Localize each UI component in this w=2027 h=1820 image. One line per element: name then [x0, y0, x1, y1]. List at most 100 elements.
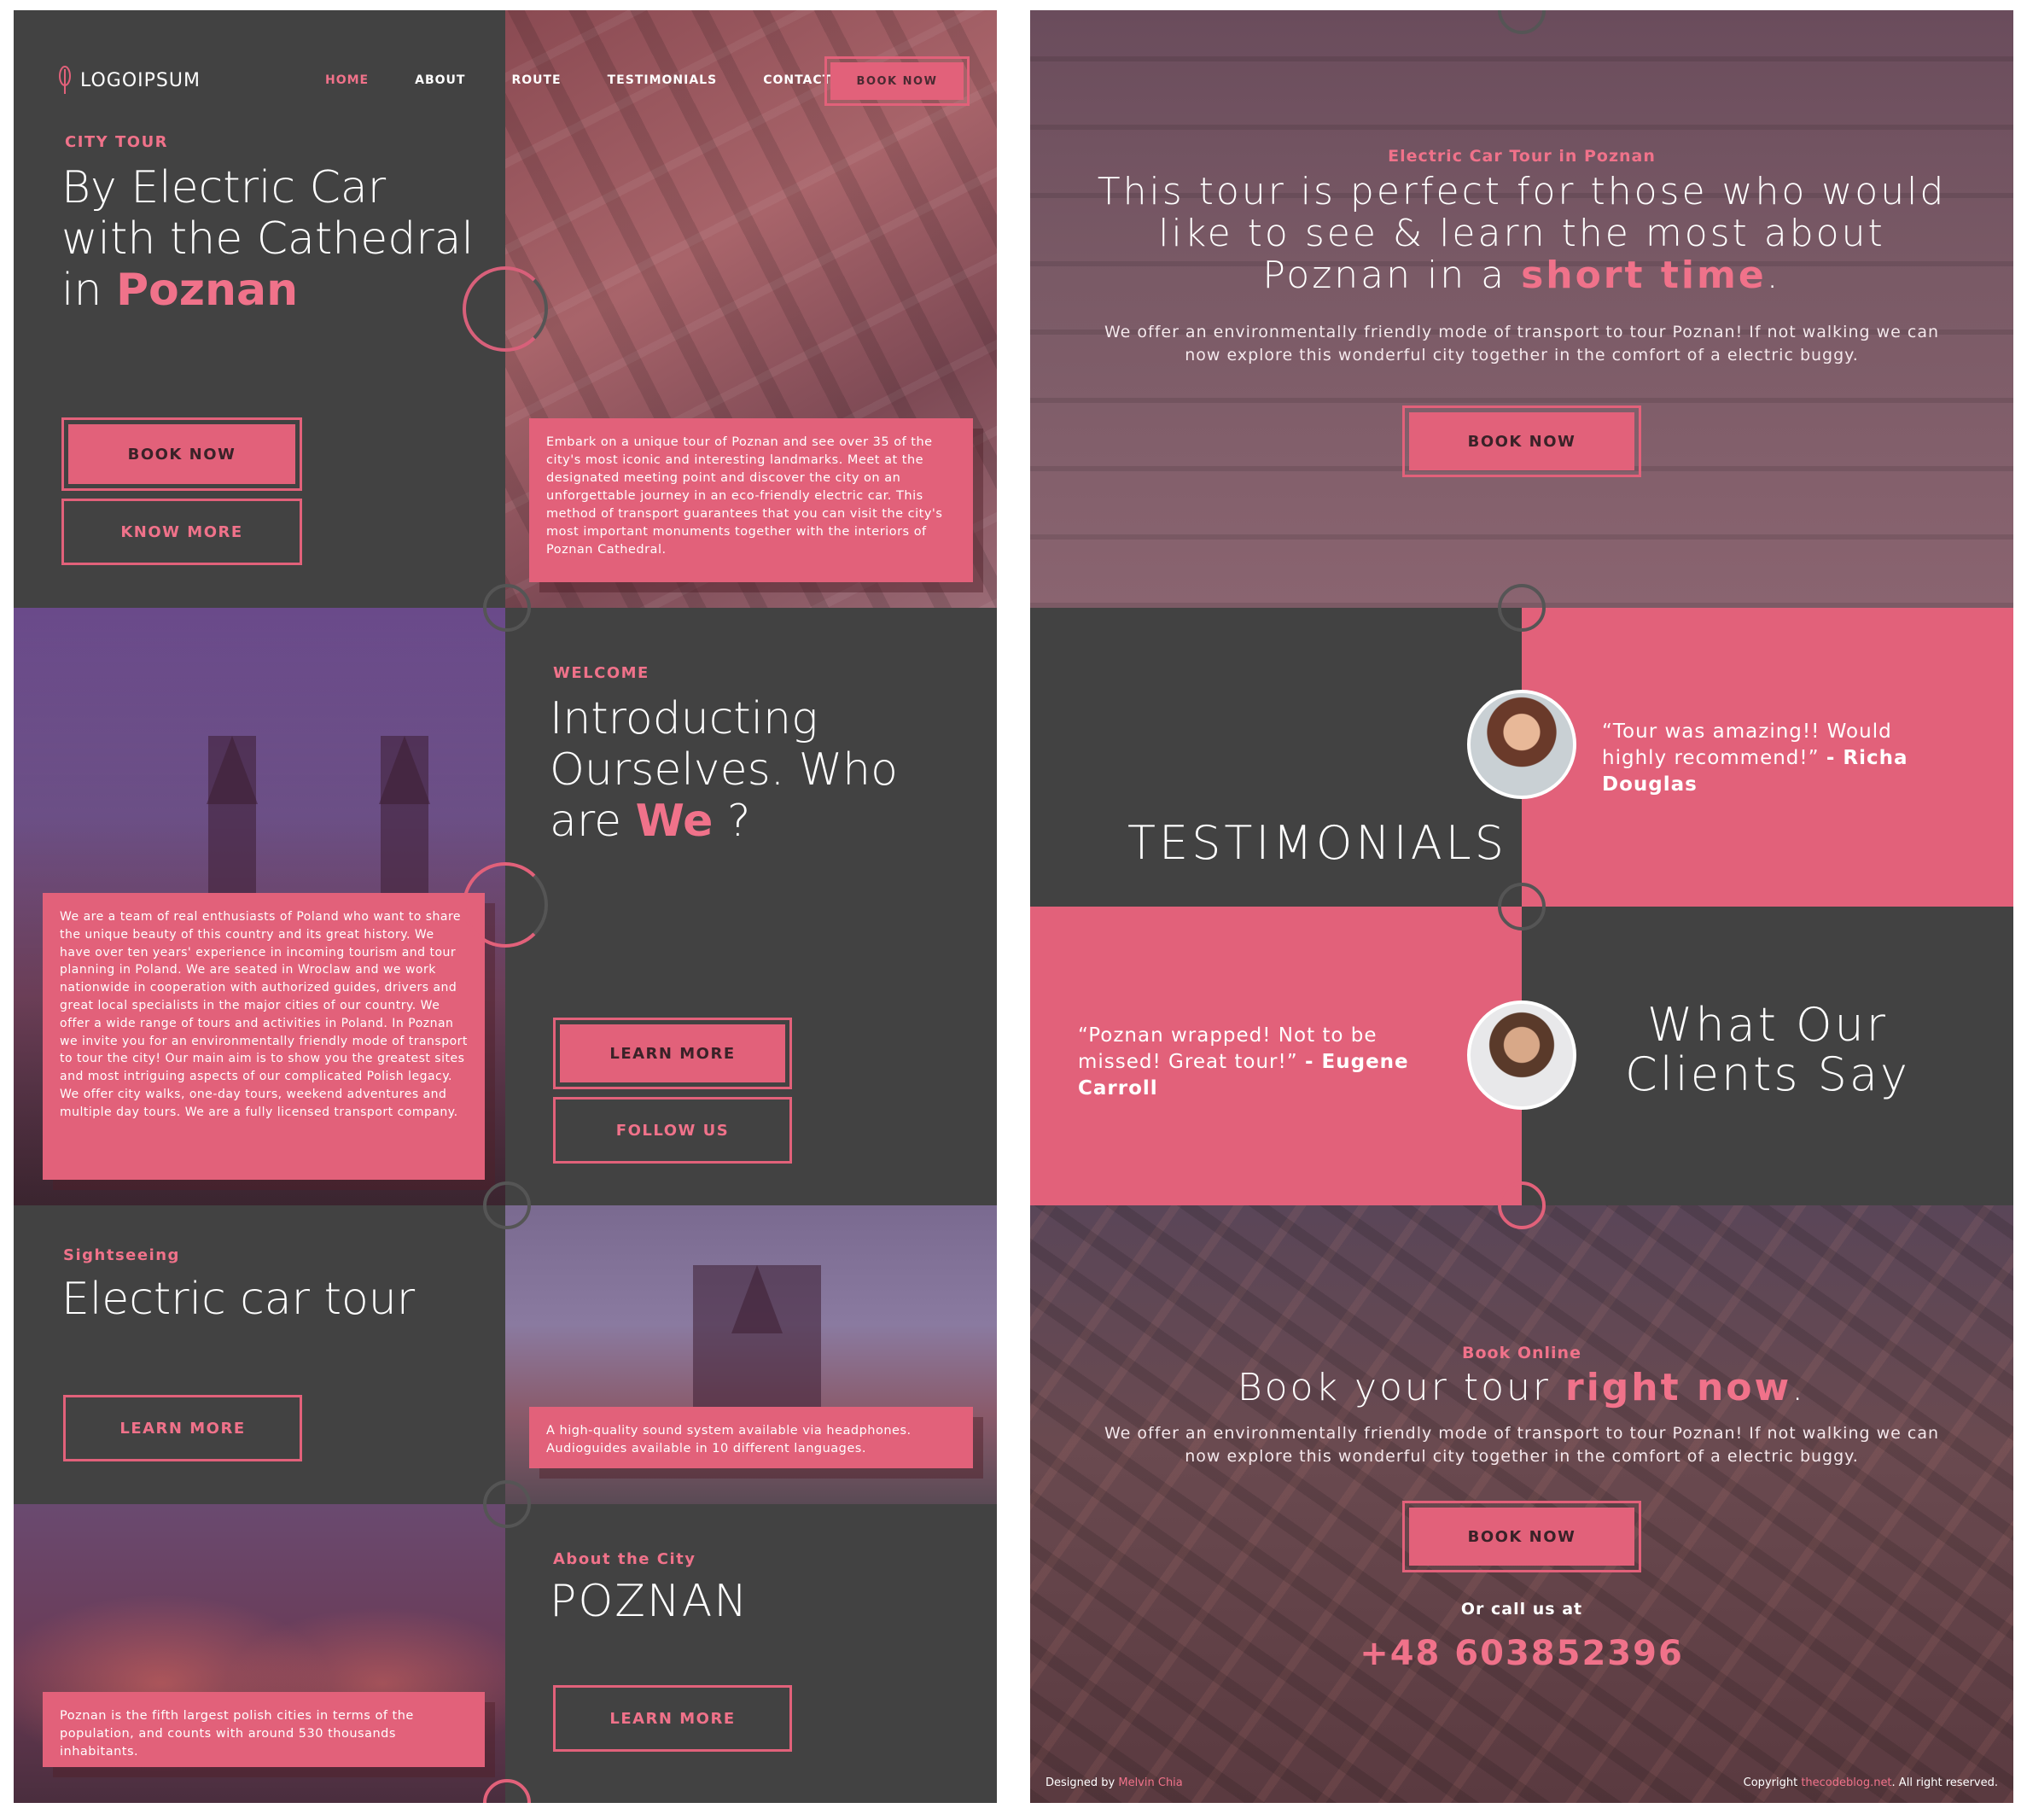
welcome-title-line: Introducting — [550, 693, 818, 744]
tour-intro-title-accent: short time — [1521, 254, 1767, 297]
footer-rights: . All right reserved. — [1891, 1776, 1998, 1789]
tour-intro-title-line: This tour is perfect for those who would — [1097, 170, 1947, 213]
sightseeing-kicker: Sightseeing — [63, 1246, 180, 1264]
right-page-column: Electric Car Tour in Poznan This tour is… — [1030, 10, 2013, 1803]
decorative-ring — [1498, 883, 1546, 930]
welcome-title-prefix: are — [550, 796, 636, 847]
tour-intro-paragraph: We offer an environmentally friendly mod… — [1030, 321, 2013, 367]
booking-paragraph: We offer an environmentally friendly mod… — [1030, 1422, 2013, 1468]
welcome-kicker: WELCOME — [553, 664, 649, 682]
logo[interactable]: LOGOIPSUM — [58, 66, 201, 95]
testimonials-heading-panel: TESTIMONIALS — [1030, 608, 1522, 907]
welcome-title-accent: We — [635, 796, 714, 847]
decorative-ring — [1498, 1181, 1546, 1229]
tour-intro-title-prefix: Poznan in a — [1262, 254, 1522, 297]
footer-designed-prefix: Designed by — [1046, 1776, 1119, 1789]
hero-title-line: By Electric Car — [61, 162, 387, 213]
sightseeing-title: Electric car tour — [61, 1274, 416, 1325]
testimonial-1-panel: “Tour was amazing!! Would highly recomme… — [1522, 608, 2013, 907]
phone-number-link[interactable]: +48 603852396 — [1030, 1634, 2013, 1673]
booking-paragraph-line: We offer an environmentally friendly mod… — [1104, 1424, 1939, 1443]
booking-title: Book your tour right now. — [1030, 1366, 2013, 1409]
town-hall-facade-photo — [1030, 10, 2013, 608]
hero-title-line: in Poznan — [61, 265, 474, 316]
tour-intro-title: This tour is perfect for those who would… — [1030, 171, 2013, 296]
sightseeing-description-card: A high-quality sound system available vi… — [529, 1407, 973, 1468]
site-link[interactable]: thecodeblog.net — [1801, 1776, 1891, 1789]
tour-intro-paragraph-line: now explore this wonderful city together… — [1185, 346, 1859, 365]
welcome-panel: WELCOME Introducting Ourselves. Who are … — [505, 608, 997, 1205]
call-us-label: Or call us at — [1460, 1600, 1583, 1619]
hero-kicker: CITY TOUR — [65, 133, 169, 151]
clients-say-line: What Our — [1647, 998, 1888, 1052]
tour-intro-book-button[interactable]: BOOK NOW — [1402, 405, 1641, 477]
hero-title: By Electric Car with the Cathedral in Po… — [61, 162, 474, 316]
about-city-panel: About the City POZNAN LEARN MORE — [505, 1504, 997, 1803]
testimonial-1-quote: “Tour was amazing!! Would highly recomme… — [1602, 719, 1960, 798]
booking-panel: Book Online Book your tour right now. We… — [1030, 1205, 2013, 1803]
reviewer-avatar-eugene — [1467, 1000, 1576, 1110]
booking-title-suffix: . — [1791, 1366, 1807, 1409]
nav-book-button[interactable]: BOOK NOW — [824, 56, 970, 106]
left-page-column: CITY TOUR By Electric Car with the Cathe… — [14, 10, 997, 1803]
nav-links: HOME ABOUT ROUTE TESTIMONIALS CONTACT — [325, 55, 877, 106]
designer-link[interactable]: Melvin Chia — [1118, 1776, 1182, 1789]
top-navigation: LOGOIPSUM HOME ABOUT ROUTE TESTIMONIALS … — [58, 55, 970, 106]
sightseeing-learn-more-button[interactable]: LEARN MORE — [63, 1395, 302, 1461]
nav-home[interactable]: HOME — [325, 73, 369, 87]
nav-book-label: BOOK NOW — [830, 62, 964, 100]
welcome-title-line: are We ? — [550, 796, 898, 847]
hero-book-label: BOOK NOW — [68, 424, 295, 484]
tour-intro-kicker: Electric Car Tour in Poznan — [1388, 147, 1656, 166]
about-city-description-card: Poznan is the fifth largest polish citie… — [43, 1692, 485, 1767]
tour-intro-title-suffix: . — [1766, 254, 1781, 297]
reviewer-avatar-richa — [1467, 690, 1576, 799]
nav-testimonials[interactable]: TESTIMONIALS — [608, 73, 718, 87]
decorative-ring — [483, 584, 531, 632]
tour-intro-title-line: like to see & learn the most about — [1158, 212, 1885, 255]
hero-title-line: with the Cathedral — [61, 213, 474, 265]
nav-about[interactable]: ABOUT — [415, 73, 465, 87]
booking-kicker: Book Online — [1462, 1344, 1581, 1362]
booking-paragraph-line: now explore this wonderful city together… — [1185, 1447, 1859, 1466]
footer-copyright-prefix: Copyright — [1743, 1776, 1802, 1789]
decorative-ring — [1498, 584, 1546, 632]
welcome-title: Introducting Ourselves. Who are We ? — [550, 693, 898, 847]
about-city-title: POZNAN — [550, 1576, 749, 1627]
sightseeing-panel: Sightseeing Electric car tour LEARN MORE — [14, 1205, 505, 1504]
testimonials-heading: TESTIMONIALS — [1127, 816, 1508, 870]
footer-copyright: Copyright thecodeblog.net. All right res… — [1744, 1776, 1998, 1789]
nav-route[interactable]: ROUTE — [511, 73, 561, 87]
testimonial-2-quote: “Poznan wrapped! Not to be missed! Great… — [1078, 1023, 1453, 1102]
booking-title-accent: right now — [1565, 1366, 1792, 1409]
about-city-learn-more-button[interactable]: LEARN MORE — [553, 1685, 792, 1752]
tour-intro-panel: Electric Car Tour in Poznan This tour is… — [1030, 10, 2013, 608]
about-city-kicker: About the City — [553, 1550, 696, 1568]
hero-title-prefix: in — [61, 265, 116, 316]
clients-say-line: Clients Say — [1625, 1047, 1910, 1101]
hero-title-accent: Poznan — [115, 265, 299, 316]
tour-intro-title-line: Poznan in a short time. — [1030, 254, 2013, 296]
decorative-ring — [483, 1181, 531, 1229]
tour-intro-book-label: BOOK NOW — [1409, 412, 1634, 470]
hero-know-more-button[interactable]: KNOW MORE — [61, 499, 302, 565]
welcome-title-line: Ourselves. Who — [550, 744, 898, 796]
welcome-learn-label: LEARN MORE — [560, 1024, 785, 1082]
welcome-follow-us-button[interactable]: FOLLOW US — [553, 1097, 792, 1164]
decorative-ring — [463, 862, 548, 948]
booking-book-label: BOOK NOW — [1409, 1508, 1634, 1566]
leaf-logo-icon — [59, 66, 71, 94]
nav-contact[interactable]: CONTACT — [763, 73, 831, 87]
logo-text: LOGOIPSUM — [80, 69, 201, 91]
booking-book-button[interactable]: BOOK NOW — [1402, 1501, 1641, 1572]
clients-say-heading: What Our Clients Say — [1522, 1000, 2013, 1100]
welcome-title-suffix: ? — [713, 796, 751, 847]
booking-title-prefix: Book your tour — [1237, 1366, 1566, 1409]
welcome-description-card: We are a team of real enthusiasts of Pol… — [43, 893, 485, 1180]
decorative-ring — [463, 266, 548, 352]
testimonial-2-panel: “Poznan wrapped! Not to be missed! Great… — [1030, 907, 1522, 1205]
hero-book-button[interactable]: BOOK NOW — [61, 417, 302, 491]
welcome-learn-more-button[interactable]: LEARN MORE — [553, 1018, 792, 1089]
tour-intro-paragraph-line: We offer an environmentally friendly mod… — [1104, 323, 1939, 341]
decorative-ring — [483, 1480, 531, 1528]
